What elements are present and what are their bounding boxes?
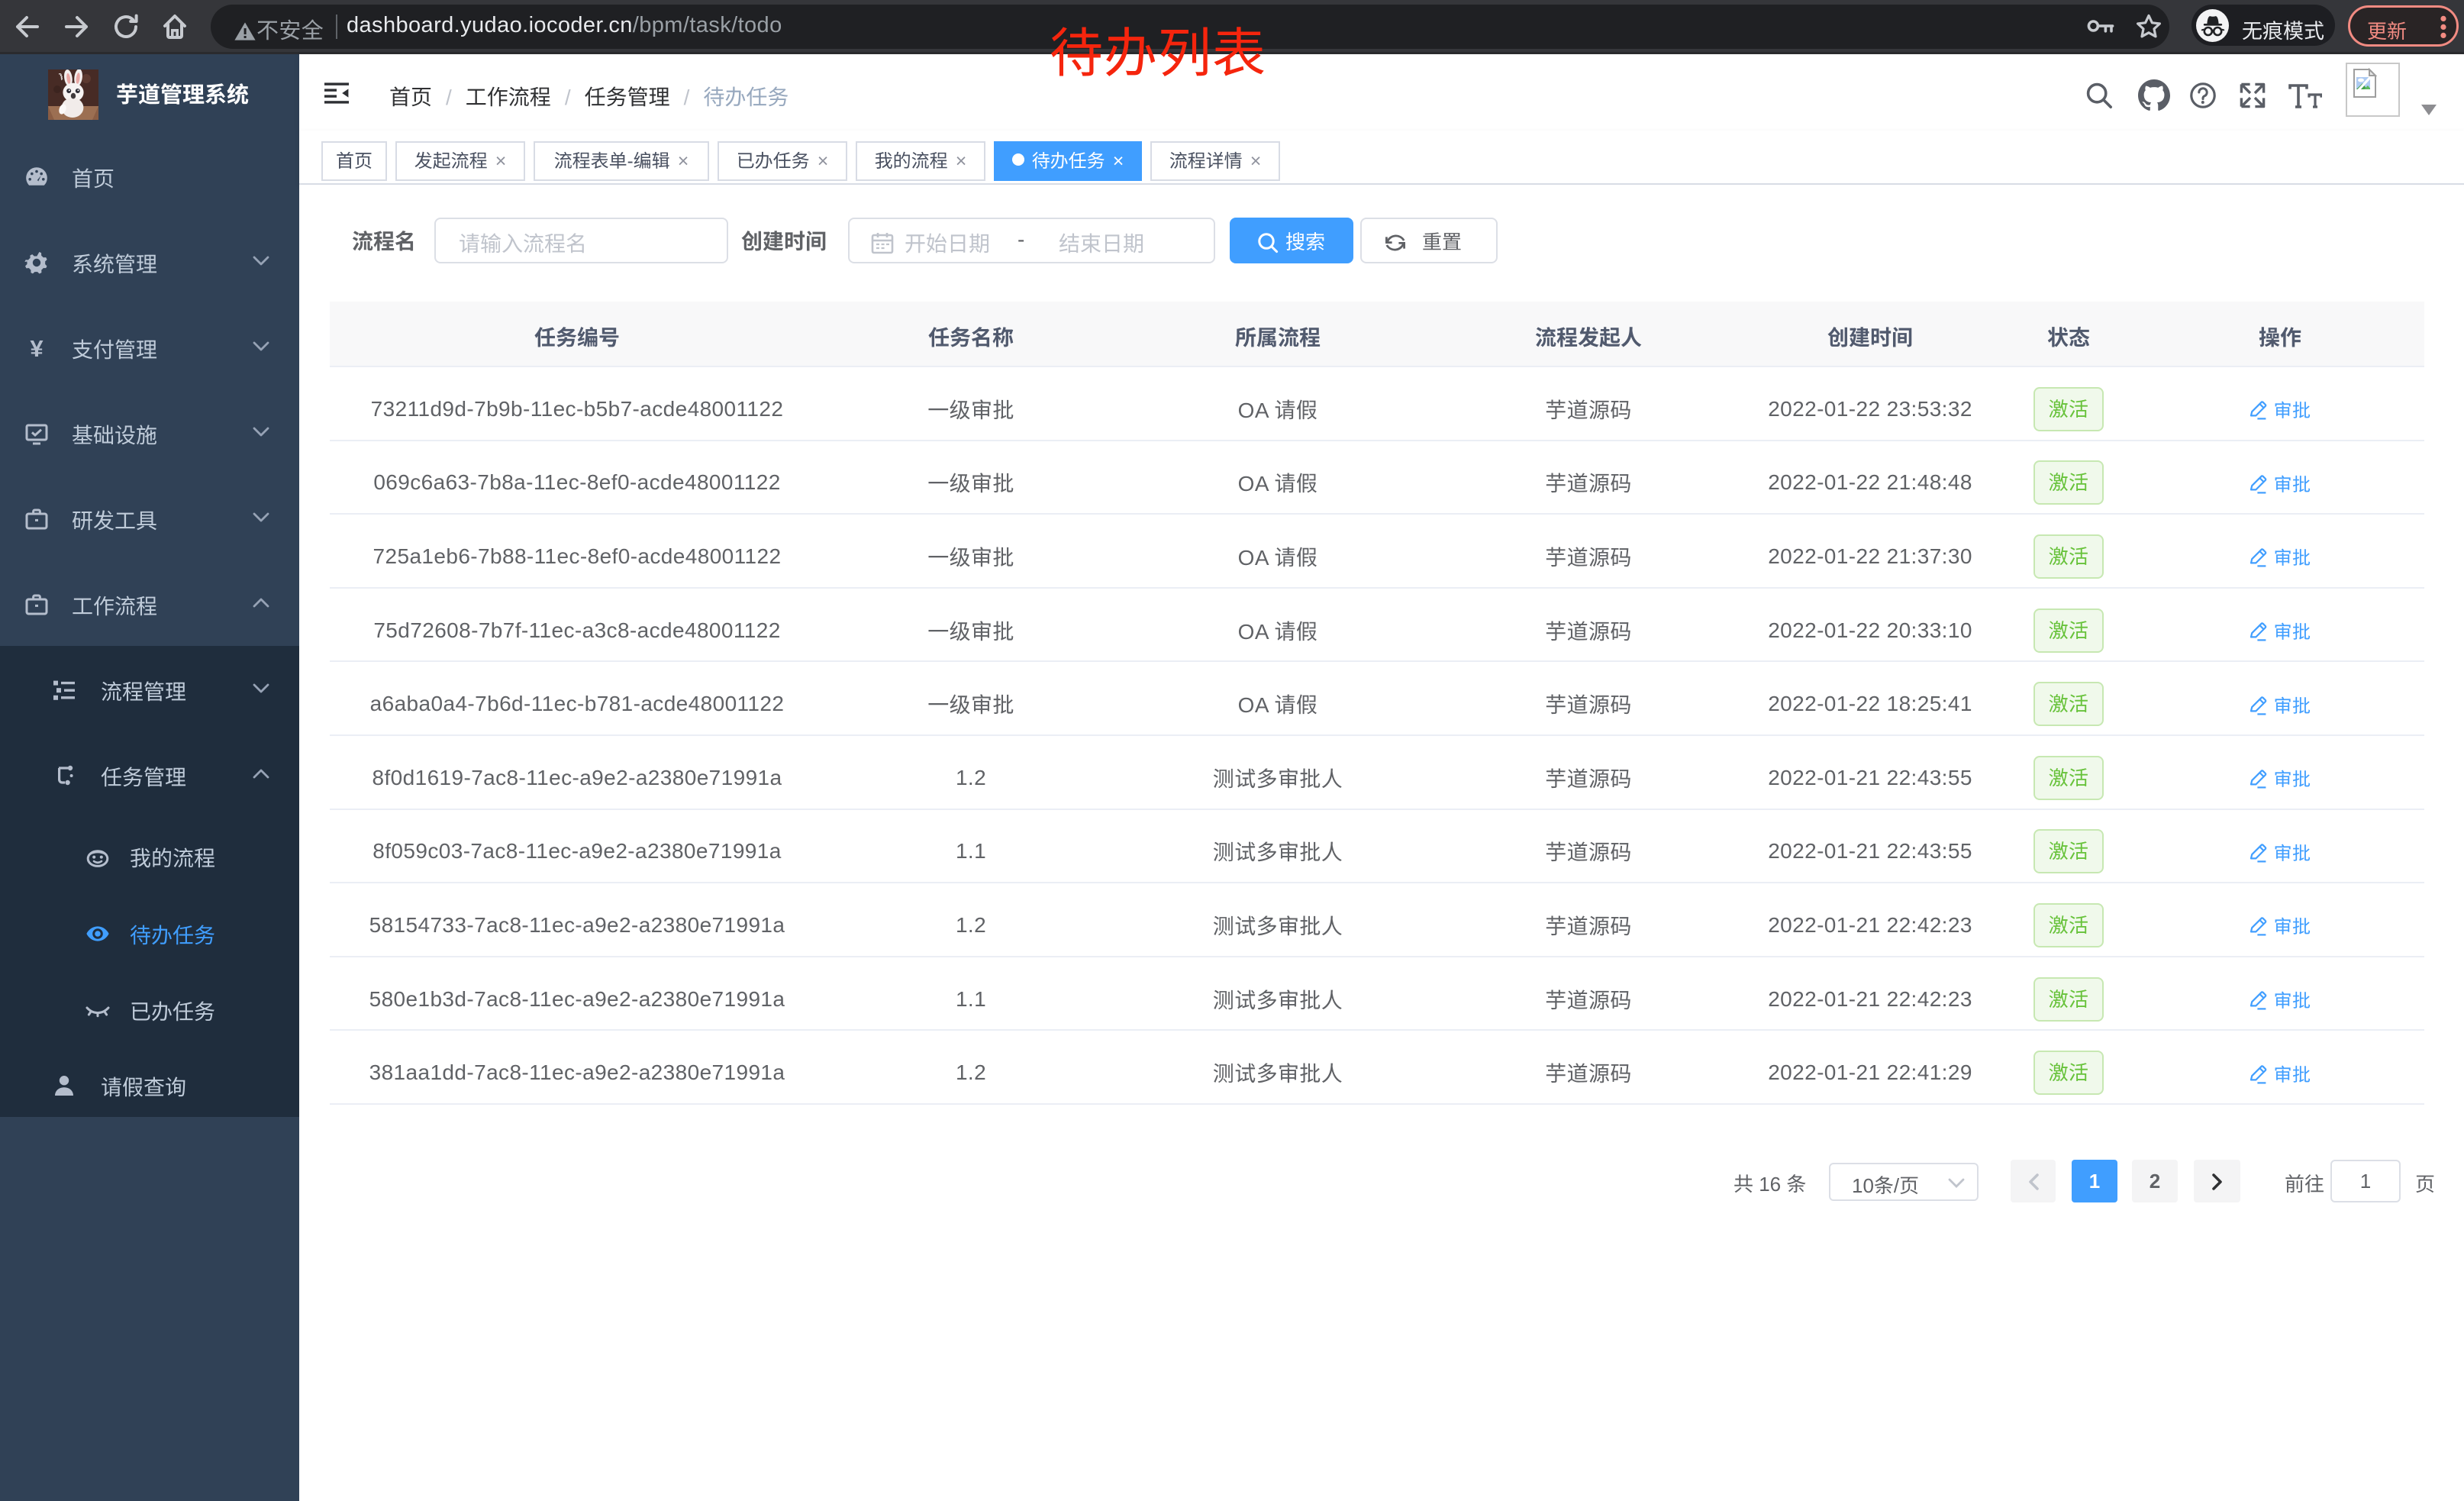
- svg-text:¥: ¥: [30, 336, 44, 360]
